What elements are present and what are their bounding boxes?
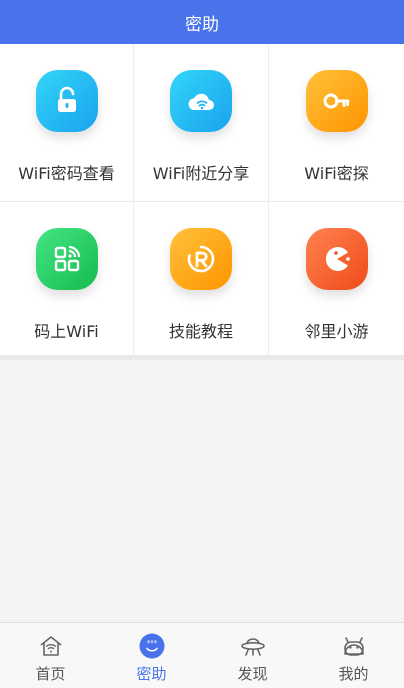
tab-mizhu[interactable]: *** 密助 [101, 623, 202, 688]
svg-text:***: *** [146, 639, 157, 647]
bottom-tab-bar: 首页 *** 密助 发现 我的 [0, 622, 404, 688]
feature-label: 技能教程 [168, 322, 233, 341]
pacman-game-icon [305, 228, 368, 290]
tab-mine[interactable]: 我的 [303, 623, 404, 688]
feature-grid: WiFi密码查看 WiFi附近分享 WiFi密探 码上WiFi 技能教程 邻里小… [0, 44, 404, 360]
tutorial-r-icon [170, 228, 232, 290]
cloud-wifi-icon [170, 70, 232, 132]
android-face-icon [343, 637, 364, 656]
feature-label: 邻里小游 [304, 322, 369, 341]
tab-label: 发现 [237, 665, 268, 683]
top-bar: 密助 [0, 0, 404, 44]
tab-label: 我的 [338, 665, 369, 683]
page-title: 密助 [185, 14, 219, 35]
qr-code-icon [35, 228, 98, 290]
feature-label: WiFi密探 [304, 164, 369, 183]
feature-skill-tutorial[interactable]: 技能教程 [134, 202, 269, 360]
tab-label: 首页 [35, 665, 66, 683]
feature-neighbor-games[interactable]: 邻里小游 [269, 202, 404, 360]
feature-label: WiFi密码查看 [18, 164, 115, 183]
tab-label: 密助 [136, 665, 167, 683]
empty-content-area [0, 365, 404, 622]
key-icon [305, 70, 368, 132]
feature-wifi-password-view[interactable]: WiFi密码查看 [0, 44, 134, 202]
feature-label: WiFi附近分享 [152, 164, 250, 183]
home-wifi-icon [40, 636, 61, 656]
feature-qr-wifi[interactable]: 码上WiFi [0, 202, 134, 360]
feature-wifi-detective[interactable]: WiFi密探 [269, 44, 404, 202]
password-face-icon: *** [139, 633, 164, 659]
feature-label: 码上WiFi [34, 322, 99, 341]
unlock-icon [35, 70, 98, 132]
tab-home[interactable]: 首页 [0, 623, 101, 688]
tab-discover[interactable]: 发现 [202, 623, 303, 688]
feature-wifi-nearby-share[interactable]: WiFi附近分享 [134, 44, 269, 202]
ufo-discover-icon [240, 638, 265, 656]
